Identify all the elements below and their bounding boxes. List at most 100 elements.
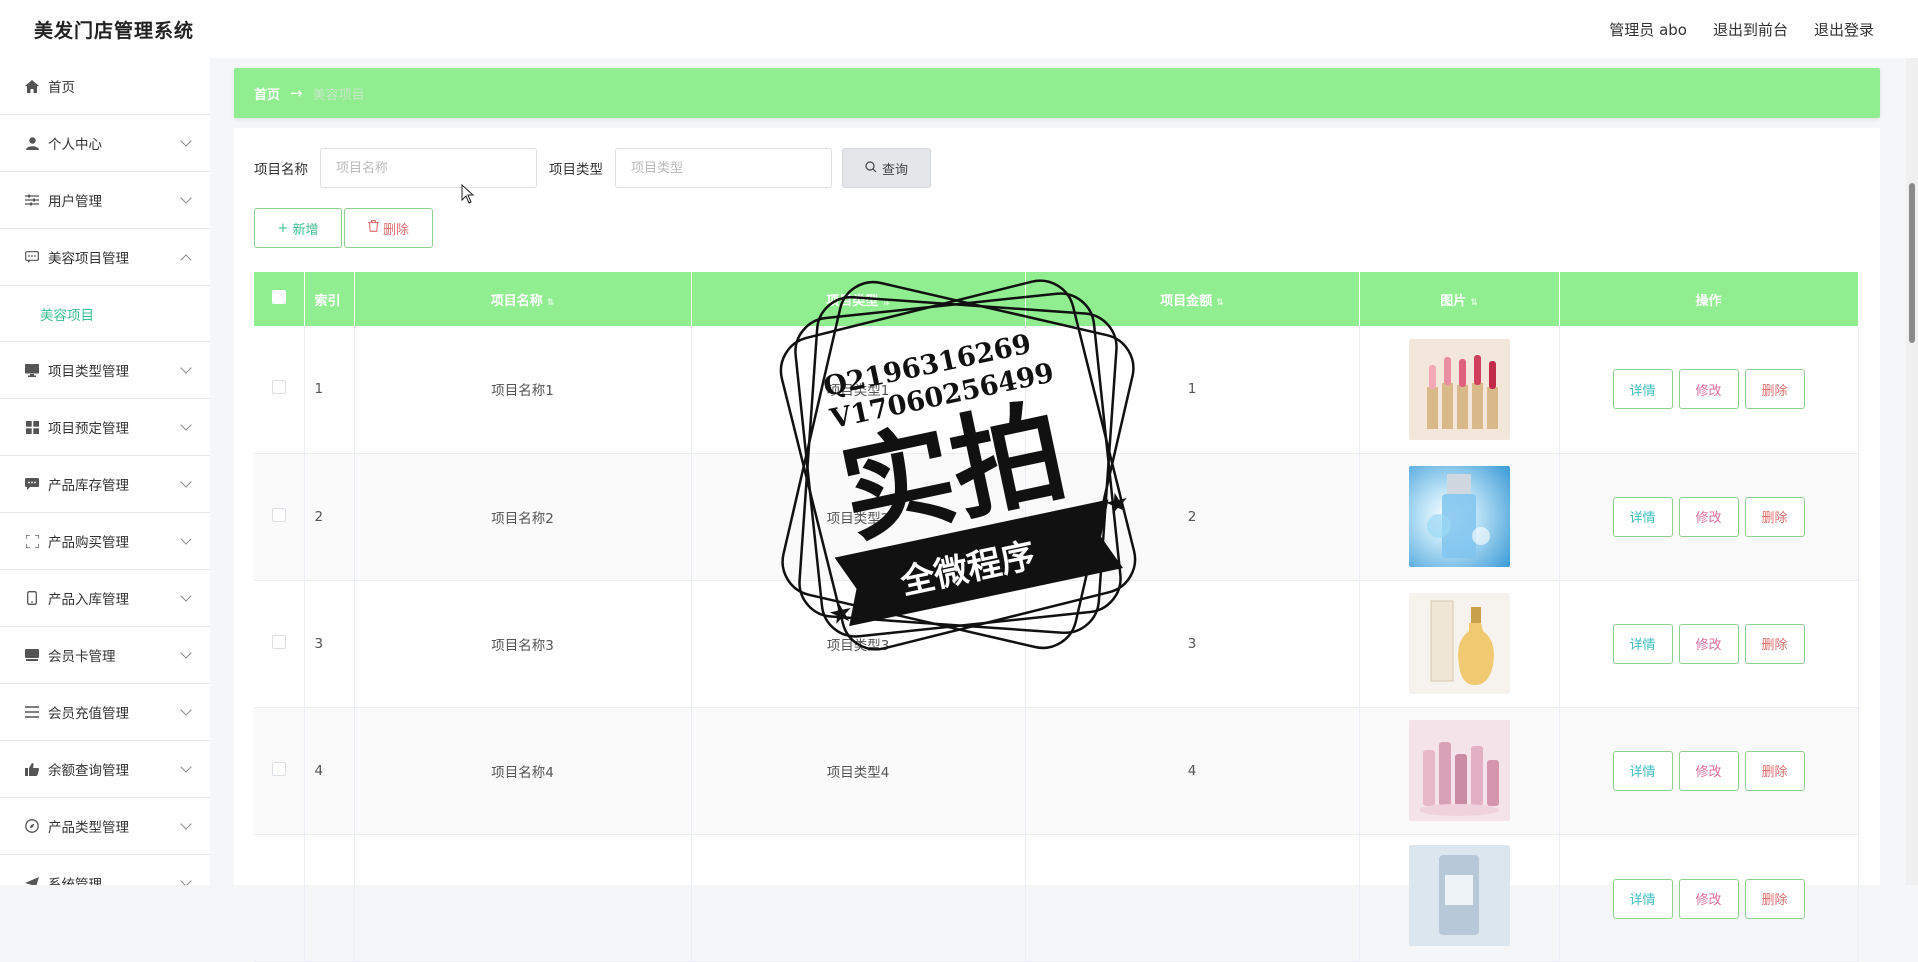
sidebar-item-system[interactable]: 系统管理: [0, 855, 210, 885]
sidebar-item-label: 产品购买管理: [48, 535, 129, 551]
grid-icon: [24, 419, 40, 435]
sliders-icon: [24, 192, 40, 208]
delete-button[interactable]: 删除: [1744, 750, 1805, 791]
row-amount: 4: [1025, 707, 1360, 835]
row-image-cell: [1359, 707, 1560, 835]
breadcrumb-home[interactable]: 首页: [254, 84, 280, 103]
select-all-header[interactable]: [254, 272, 305, 326]
serum-bottle-image[interactable]: [1408, 466, 1510, 567]
chevron-down-icon: [180, 704, 192, 716]
sidebar-subitem-beauty-project[interactable]: 美容项目: [0, 286, 210, 342]
edit-button[interactable]: 修改: [1678, 623, 1739, 664]
sort-icon[interactable]: ⇅: [547, 298, 555, 308]
sidebar-item-beauty-projects[interactable]: 美容项目管理: [0, 229, 210, 286]
chevron-down-icon: [180, 875, 192, 885]
logout-link[interactable]: 退出登录: [1814, 19, 1874, 40]
sidebar-item-label: 产品入库管理: [48, 592, 129, 608]
row-select-cell: [254, 834, 305, 962]
sidebar-item-profile[interactable]: 个人中心: [0, 115, 210, 172]
row-image-cell: [1359, 453, 1560, 581]
name-label: 项目名称: [254, 162, 308, 178]
sidebar-item-product-stock[interactable]: 产品库存管理: [0, 456, 210, 513]
delete-button-label: 删除: [382, 222, 409, 238]
type-label: 项目类型: [549, 162, 603, 178]
select-all-checkbox[interactable]: [271, 290, 286, 304]
detail-button[interactable]: 详情: [1612, 496, 1673, 537]
query-button[interactable]: 查询: [842, 148, 931, 188]
header-amount[interactable]: 项目金额 ⇅: [1025, 272, 1360, 326]
top-bar: 美发门店管理系统 管理员 abo 退出到前台 退出登录: [0, 0, 1918, 58]
sidebar-item-product-inbound[interactable]: 产品入库管理: [0, 570, 210, 627]
sidebar-item-member-card[interactable]: 会员卡管理: [0, 627, 210, 684]
row-checkbox[interactable]: [271, 634, 286, 649]
back-to-front-link[interactable]: 退出到前台: [1713, 19, 1788, 40]
project-name-input[interactable]: [320, 148, 537, 188]
compass-icon: [24, 818, 40, 834]
edit-button[interactable]: 修改: [1678, 750, 1739, 791]
sidebar-item-label: 余额查询管理: [48, 763, 129, 779]
sidebar-item-product-purchase[interactable]: 产品购买管理: [0, 513, 210, 570]
sidebar-item-project-booking[interactable]: 项目预定管理: [0, 399, 210, 456]
cosmetics-set-image[interactable]: [1408, 720, 1510, 821]
add-button[interactable]: + 新增: [254, 208, 342, 248]
row-checkbox[interactable]: [271, 380, 286, 395]
row-name: 项目名称2: [354, 453, 692, 581]
row-checkbox[interactable]: [271, 507, 286, 522]
header-name[interactable]: 项目名称 ⇅: [354, 272, 692, 326]
sidebar-item-home[interactable]: 首页: [0, 58, 210, 115]
chevron-down-icon: [180, 761, 192, 773]
row-index: 3: [304, 580, 355, 708]
delete-button[interactable]: 删除: [1744, 369, 1805, 410]
detail-button[interactable]: 详情: [1612, 750, 1673, 791]
header-type-label: 项目类型: [826, 293, 879, 309]
batch-delete-button[interactable]: 删除: [344, 208, 433, 248]
chevron-down-icon: [180, 135, 192, 147]
chevron-down-icon: [180, 192, 192, 204]
sidebar-item-label: 会员卡管理: [48, 649, 116, 665]
row-amount: 2: [1025, 453, 1360, 581]
sidebar-item-label: 系统管理: [48, 877, 102, 885]
main-content: 首页 → 美容项目 项目名称 项目类型 查询 + 新增: [234, 68, 1880, 962]
header-operations: 操作: [1559, 272, 1859, 326]
row-name: 项目名称4: [354, 707, 692, 835]
row-image-cell: [1359, 834, 1560, 962]
sidebar-item-product-types[interactable]: 产品类型管理: [0, 798, 210, 855]
monitor-icon: [24, 362, 40, 378]
header-type[interactable]: 项目类型 ⇅: [691, 272, 1026, 326]
header-image-label: 图片: [1440, 293, 1467, 309]
delete-button[interactable]: 删除: [1744, 496, 1805, 537]
perfume-image[interactable]: [1408, 593, 1510, 694]
row-select-cell: [254, 580, 305, 708]
header-image[interactable]: 图片 ⇅: [1359, 272, 1560, 326]
project-table: 索引 项目名称 ⇅ 项目类型 ⇅ 项目金额 ⇅ 图片 ⇅ 操作 1 项目名称1 项目类型…: [254, 272, 1859, 962]
table-row: 3 项目名称3 项目类型3 3 详情 修改 删除: [254, 580, 1859, 708]
row-name: 项目名称1: [354, 326, 692, 454]
sort-icon[interactable]: ⇅: [1216, 298, 1224, 308]
scrollbar-thumb[interactable]: [1909, 183, 1915, 343]
arrow-right-icon: →: [290, 84, 303, 102]
edit-button[interactable]: 修改: [1678, 369, 1739, 410]
project-type-input[interactable]: [615, 148, 832, 188]
row-image-cell: [1359, 326, 1560, 454]
sidebar-item-balance-query[interactable]: 余额查询管理: [0, 741, 210, 798]
sidebar-item-project-types[interactable]: 项目类型管理: [0, 342, 210, 399]
edit-button[interactable]: 修改: [1678, 496, 1739, 537]
phone-icon: [24, 590, 40, 606]
sidebar-item-member-recharge[interactable]: 会员充值管理: [0, 684, 210, 741]
sort-icon[interactable]: ⇅: [882, 298, 890, 308]
row-checkbox[interactable]: [271, 761, 286, 776]
sort-icon[interactable]: ⇅: [1470, 298, 1478, 308]
essence-bottle-image[interactable]: [1408, 844, 1510, 946]
delete-button[interactable]: 删除: [1744, 623, 1805, 664]
lipstick-image[interactable]: [1408, 338, 1510, 440]
detail-button[interactable]: 详情: [1612, 369, 1673, 410]
sidebar-item-users[interactable]: 用户管理: [0, 172, 210, 229]
row-type: 项目类型4: [691, 707, 1026, 835]
detail-button[interactable]: 详情: [1612, 623, 1673, 664]
page-scrollbar[interactable]: [1906, 58, 1918, 885]
row-index: [304, 834, 355, 962]
row-select-cell: [254, 326, 305, 454]
plus-icon: +: [277, 220, 289, 236]
chevron-down-icon: [180, 476, 192, 488]
breadcrumb: 首页 → 美容项目: [234, 68, 1880, 118]
